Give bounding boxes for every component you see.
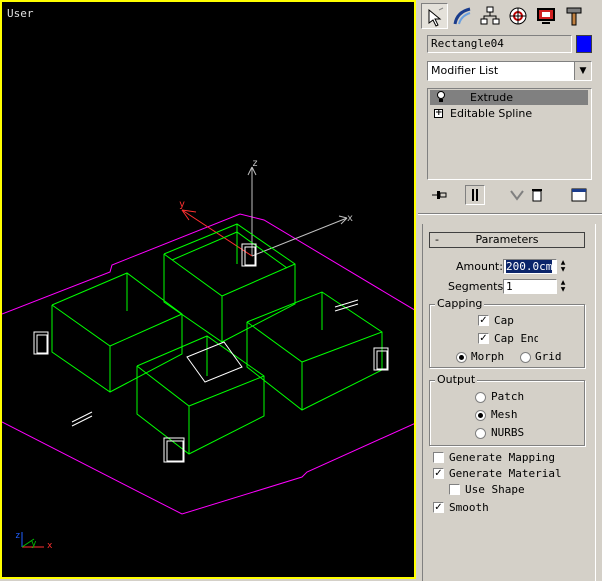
make-unique-icon	[510, 190, 524, 201]
use-shape-label: Use Shape	[465, 483, 525, 496]
patch-radio[interactable]	[475, 392, 486, 403]
modifier-list-dropdown[interactable]: Modifier List ▼	[427, 61, 592, 81]
gizmo-x-label: x	[347, 213, 353, 224]
utilities-icon	[566, 7, 582, 26]
rollout-title: Parameters	[475, 233, 539, 246]
morph-label: Morph	[471, 350, 505, 363]
door-frames	[33, 243, 389, 463]
corner-z-label: z	[15, 531, 20, 541]
spinner-up-icon[interactable]: ▲	[558, 279, 568, 286]
create-icon	[428, 7, 444, 27]
generate-mapping-checkbox[interactable]	[433, 452, 444, 463]
viewport-user[interactable]: User z x y z y x	[0, 0, 416, 579]
show-end-result-button[interactable]	[465, 185, 485, 205]
center-cutout	[186, 341, 243, 383]
pin-stack-button[interactable]	[429, 185, 449, 205]
output-group: Output Patch Mesh NURBS	[429, 373, 585, 446]
panel-divider	[418, 213, 602, 215]
modifier-stack[interactable]: Extrude + Editable Spline	[427, 88, 592, 180]
cap-start-checkbox[interactable]: ✓	[478, 315, 489, 326]
use-shape-checkbox[interactable]	[449, 484, 460, 495]
create-tab[interactable]	[421, 3, 448, 29]
amount-field[interactable]: 200.0cm	[503, 259, 557, 274]
segments-field[interactable]: 1	[503, 279, 557, 294]
hierarchy-tab[interactable]	[477, 3, 504, 29]
gizmo-z-label: z	[252, 158, 258, 169]
lightbulb-icon	[437, 91, 445, 102]
output-title: Output	[435, 373, 478, 386]
object-name-field[interactable]: Rectangle04	[427, 35, 572, 53]
generate-material-label: Generate Material	[449, 467, 562, 480]
end-result-icon	[472, 189, 478, 201]
stack-item-extrude[interactable]: Extrude	[430, 90, 588, 105]
parameters-rollout: - Parameters Amount: 200.0cm ▲ ▼ Segment…	[422, 224, 596, 581]
amount-spinner[interactable]: ▲ ▼	[558, 259, 568, 274]
morph-radio[interactable]	[456, 352, 467, 363]
stack-item-label: Extrude	[470, 91, 514, 104]
motion-icon	[509, 7, 527, 25]
mesh-radio[interactable]	[475, 410, 486, 421]
hierarchy-icon	[480, 6, 500, 25]
stack-item-editable-spline[interactable]: + Editable Spline	[430, 106, 588, 121]
scene-wireframe[interactable]: z x y z y x	[2, 2, 414, 577]
display-tab[interactable]	[533, 3, 560, 29]
modify-tab[interactable]	[449, 3, 476, 29]
pin-icon	[432, 191, 447, 199]
segments-label: Segments:	[448, 280, 507, 293]
modifier-list-value: Modifier List	[431, 64, 499, 77]
gizmo-y-label: y	[179, 199, 185, 210]
amount-value: 200.0cm	[506, 260, 553, 273]
command-panel: Rectangle04 Modifier List ▼ Extrude + Ed…	[418, 0, 602, 581]
stack-item-label: Editable Spline	[450, 107, 533, 120]
corner-x-label: x	[47, 541, 53, 551]
corner-y-label: y	[31, 539, 37, 549]
object-color-swatch[interactable]	[576, 35, 592, 53]
transform-gizmo[interactable]: z x y	[179, 158, 353, 257]
display-icon	[537, 8, 555, 24]
rollout-header-parameters[interactable]: - Parameters	[429, 232, 585, 248]
grid-label: Grid	[535, 350, 562, 363]
spinner-up-icon[interactable]: ▲	[558, 259, 568, 266]
cap-end-checkbox[interactable]: ✓	[478, 333, 489, 344]
smooth-checkbox[interactable]: ✓	[433, 502, 444, 513]
corner-axis-tripod: z y x	[15, 531, 53, 551]
segments-spinner[interactable]: ▲ ▼	[558, 279, 568, 294]
cap-end-label: Cap End	[494, 332, 538, 345]
nurbs-label: NURBS	[491, 426, 525, 439]
generate-material-checkbox[interactable]: ✓	[433, 468, 444, 479]
patch-label: Patch	[491, 390, 525, 403]
utilities-tab[interactable]	[561, 3, 588, 29]
trash-icon	[532, 189, 542, 202]
cap-start-label: Cap	[494, 314, 514, 327]
chevron-down-icon[interactable]: ▼	[574, 62, 591, 80]
spinner-down-icon[interactable]: ▼	[558, 286, 568, 293]
configure-sets-button[interactable]	[569, 185, 589, 205]
make-unique-button[interactable]	[507, 185, 527, 205]
grid-radio[interactable]	[520, 352, 531, 363]
motion-tab[interactable]	[505, 3, 532, 29]
capping-title: Capping	[435, 297, 485, 310]
expand-plus-icon[interactable]: +	[434, 109, 443, 118]
mesh-label: Mesh	[491, 408, 518, 421]
configure-icon	[571, 188, 587, 202]
grid-plane-outline	[2, 213, 414, 515]
stack-toolbar	[427, 185, 592, 207]
remove-modifier-button[interactable]	[527, 185, 547, 205]
spinner-down-icon[interactable]: ▼	[558, 266, 568, 273]
nurbs-radio[interactable]	[475, 428, 486, 439]
smooth-label: Smooth	[449, 501, 489, 514]
modify-icon	[453, 7, 471, 25]
amount-label: Amount:	[456, 260, 503, 273]
capping-group: Capping ✓ Cap ✓ Cap End Morph Grid	[429, 297, 585, 368]
generate-mapping-label: Generate Mapping	[449, 451, 555, 464]
extruded-mesh[interactable]	[51, 223, 383, 455]
